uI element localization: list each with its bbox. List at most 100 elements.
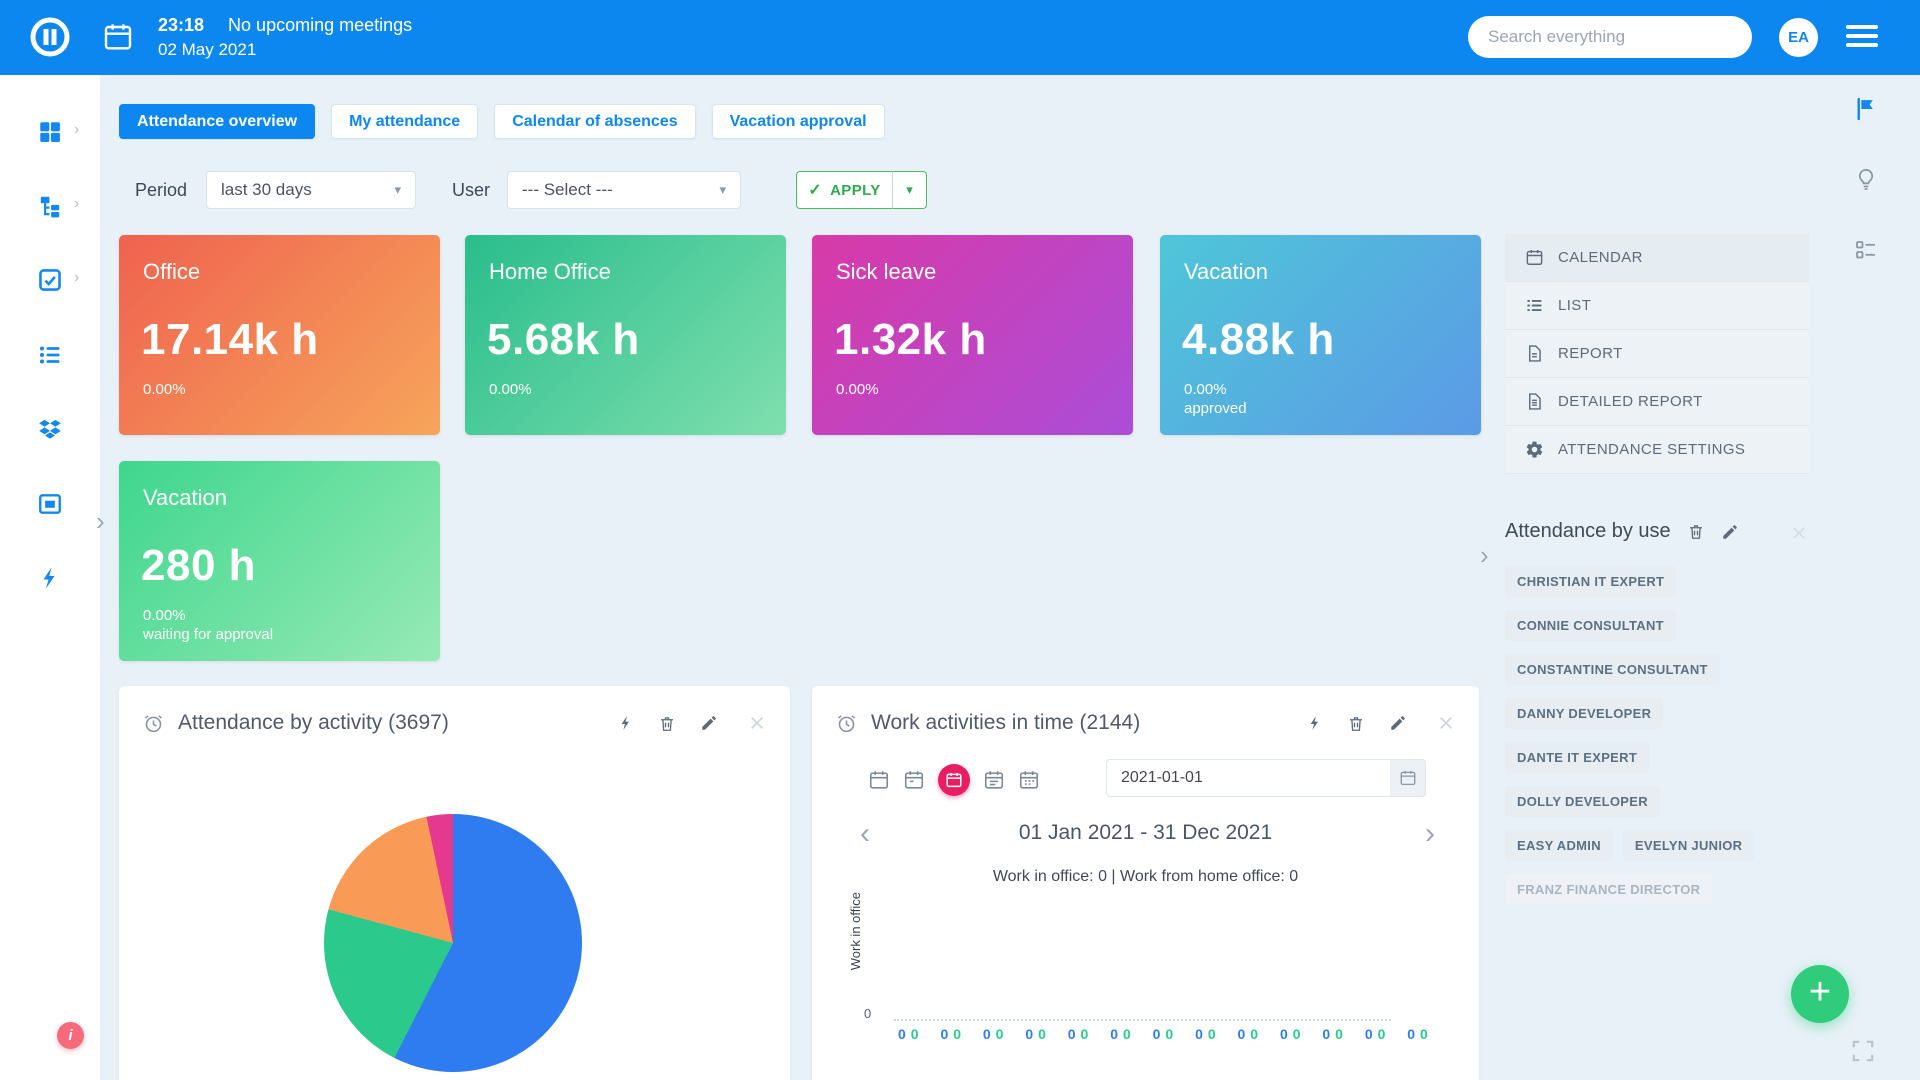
period-select[interactable]: last 30 days ▾	[206, 171, 416, 209]
stat-card-home-office[interactable]: Home Office 5.68k h 0.00%	[465, 235, 786, 435]
user-chip[interactable]: EVELYN JUNIOR	[1623, 830, 1754, 861]
menu-item-attendance-settings[interactable]: ATTENDANCE SETTINGS	[1505, 426, 1809, 474]
card-percent: 0.00%	[143, 381, 186, 398]
sidebar-expander[interactable]: ›	[96, 506, 105, 537]
panel-title: Attendance by activity (3697)	[178, 711, 449, 735]
date-picker-button[interactable]	[1390, 759, 1426, 797]
attendance-pie-chart[interactable]	[324, 814, 582, 1072]
data-point-pair: 00	[940, 1026, 961, 1042]
card-title: Office	[143, 259, 200, 285]
data-point-pair: 00	[1365, 1026, 1386, 1042]
data-point-pair: 00	[1407, 1026, 1428, 1042]
task-list-icon[interactable]	[1854, 238, 1878, 262]
y-axis-label: Work in office	[848, 892, 863, 970]
user-value: --- Select ---	[522, 180, 613, 200]
trash-icon[interactable]	[1687, 522, 1705, 541]
menu-item-calendar[interactable]: CALENDAR	[1505, 234, 1809, 282]
pencil-icon[interactable]	[1389, 714, 1407, 732]
apply-button[interactable]: ✓ APPLY	[796, 171, 893, 209]
flag-icon[interactable]	[1853, 96, 1878, 122]
close-icon[interactable]	[748, 714, 766, 732]
close-icon[interactable]	[1790, 524, 1808, 542]
fullscreen-icon[interactable]	[1850, 1038, 1876, 1064]
user-chip[interactable]: CONNIE CONSULTANT	[1505, 610, 1676, 641]
calendar-icon	[1399, 769, 1417, 787]
apply-dropdown-button[interactable]: ▾	[892, 171, 927, 209]
chevron-right-icon[interactable]: ›	[74, 121, 79, 139]
right-panel-expander[interactable]: ›	[1480, 540, 1489, 571]
calendar-icon	[1525, 248, 1544, 267]
apply-label: APPLY	[830, 182, 881, 199]
lightbulb-icon[interactable]	[1854, 166, 1878, 192]
card-percent: 0.00%	[836, 381, 879, 398]
sidebar-item-list[interactable]	[24, 329, 76, 381]
pencil-icon[interactable]	[1721, 523, 1739, 541]
search-input[interactable]	[1468, 16, 1752, 58]
user-chip[interactable]: CONSTANTINE CONSULTANT	[1505, 654, 1720, 685]
sidebar-item-dashboard[interactable]	[24, 106, 76, 158]
calendar-view-icon[interactable]	[983, 769, 1005, 791]
clock-icon	[143, 713, 164, 734]
stat-card-vacation-waiting[interactable]: Vacation 280 h 0.00% waiting for approva…	[119, 461, 440, 661]
stat-card-office[interactable]: Office 17.14k h 0.00%	[119, 235, 440, 435]
user-chip[interactable]: FRANZ FINANCE DIRECTOR	[1505, 874, 1712, 905]
sidebar-item-window[interactable]	[24, 478, 76, 530]
close-icon[interactable]	[1437, 714, 1455, 732]
avatar[interactable]: EA	[1779, 18, 1818, 57]
sidebar-item-dropbox[interactable]	[24, 404, 76, 456]
app-logo-icon[interactable]	[28, 15, 72, 59]
trash-icon[interactable]	[1347, 714, 1365, 733]
chevron-right-icon[interactable]: ›	[74, 195, 79, 213]
trash-icon[interactable]	[658, 714, 676, 733]
date-input[interactable]	[1106, 759, 1391, 797]
date-range-label: 01 Jan 2021 - 31 Dec 2021	[812, 821, 1479, 845]
app-root: 23:18No upcoming meetings 02 May 2021 EA	[0, 0, 1920, 1080]
calendar-view-icon[interactable]	[868, 769, 890, 791]
clock-icon	[836, 713, 857, 734]
calendar-icon[interactable]	[102, 21, 134, 53]
sidebar-item-activity[interactable]	[24, 552, 76, 604]
user-chip[interactable]: DOLLY DEVELOPER	[1505, 786, 1660, 817]
window-icon	[37, 491, 63, 517]
stat-card-sick-leave[interactable]: Sick leave 1.32k h 0.00%	[812, 235, 1133, 435]
user-chip[interactable]: EASY ADMIN	[1505, 830, 1613, 861]
panel-header: Attendance by activity (3697)	[119, 686, 790, 760]
x-axis-values: 00000000000000000000000000	[898, 1026, 1428, 1042]
current-date: 02 May 2021	[158, 38, 412, 62]
bolt-icon	[38, 565, 62, 591]
menu-item-detailed-report[interactable]: DETAILED REPORT	[1505, 378, 1809, 426]
bolt-icon[interactable]	[1307, 714, 1323, 732]
tab-vacation-approval[interactable]: Vacation approval	[712, 104, 885, 139]
card-value: 280 h	[141, 541, 256, 591]
work-summary: Work in office: 0 | Work from home offic…	[812, 868, 1479, 886]
tab-my-attendance[interactable]: My attendance	[331, 104, 478, 139]
user-chip[interactable]: CHRISTIAN IT EXPERT	[1505, 566, 1676, 597]
sidebar-item-tasks[interactable]	[24, 254, 76, 306]
chevron-right-icon[interactable]: ›	[74, 269, 79, 287]
calendar-view-active[interactable]	[938, 764, 970, 796]
task-check-icon	[37, 267, 63, 293]
user-chip[interactable]: DANTE IT EXPERT	[1505, 742, 1649, 773]
next-period-arrow[interactable]: ›	[1425, 817, 1435, 851]
calendar-view-icon[interactable]	[903, 769, 925, 791]
sidebar-item-tree[interactable]	[24, 180, 76, 232]
card-title: Vacation	[1184, 259, 1268, 285]
stat-card-vacation-approved[interactable]: Vacation 4.88k h 0.00% approved	[1160, 235, 1481, 435]
menu-item-report[interactable]: REPORT	[1505, 330, 1809, 378]
user-chip[interactable]: DANNY DEVELOPER	[1505, 698, 1663, 729]
calendar-view-icon[interactable]	[1018, 769, 1040, 791]
card-note: waiting for approval	[143, 626, 273, 643]
user-select[interactable]: --- Select --- ▾	[507, 171, 741, 209]
add-button[interactable]: +	[1791, 965, 1849, 1023]
grid-icon	[37, 119, 63, 145]
gear-icon	[1525, 440, 1544, 459]
meeting-info[interactable]: 23:18No upcoming meetings 02 May 2021	[158, 13, 412, 62]
menu-icon[interactable]	[1846, 25, 1878, 52]
pencil-icon[interactable]	[700, 714, 718, 732]
info-icon[interactable]: i	[57, 1022, 84, 1049]
tab-calendar-of-absences[interactable]: Calendar of absences	[494, 104, 695, 139]
bolt-icon[interactable]	[618, 714, 634, 732]
menu-item-list[interactable]: LIST	[1505, 282, 1809, 330]
tab-attendance-overview[interactable]: Attendance overview	[119, 104, 315, 139]
dropbox-icon	[37, 417, 63, 443]
